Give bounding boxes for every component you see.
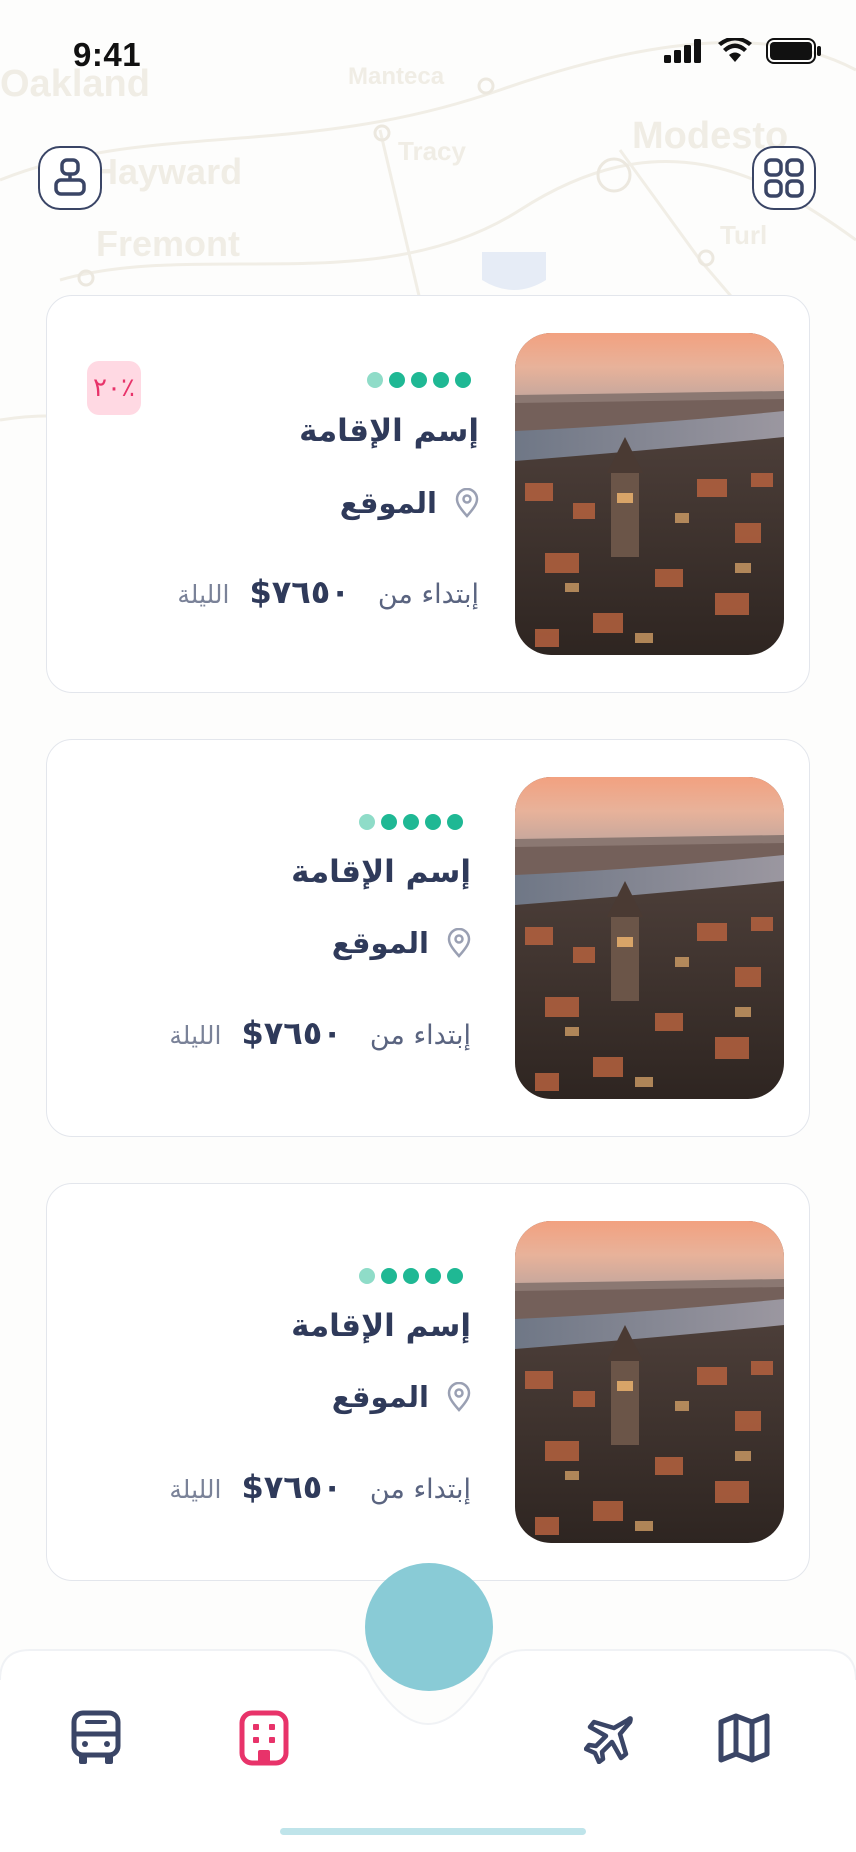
location-pin-icon <box>447 928 471 958</box>
price-row: إبتداء من $٧٦٥٠ الليلة <box>169 1468 471 1506</box>
rating-dot <box>367 372 383 388</box>
rating-dot <box>411 372 427 388</box>
plane-icon <box>584 1716 633 1764</box>
rating-dot <box>359 814 375 830</box>
price-value: $٧٦٥٠ <box>249 573 350 611</box>
price-row: إبتداء من $٧٦٥٠ الليلة <box>177 573 479 611</box>
price-from-label: إبتداء من <box>369 1474 471 1505</box>
hotel-photo <box>515 1221 784 1543</box>
map-label: Fremont <box>96 223 240 264</box>
rating-dot <box>381 814 397 830</box>
hotel-photo <box>515 333 784 655</box>
hotel-name: إسم الإقامة <box>291 854 471 890</box>
price-row: إبتداء من $٧٦٥٠ الليلة <box>169 1014 471 1052</box>
hotel-location: الموقع <box>332 1380 471 1414</box>
nav-item-hotels[interactable] <box>234 1706 294 1770</box>
status-bar: 9:41 <box>0 0 856 110</box>
map-label: Hayward <box>92 151 242 192</box>
hotel-card[interactable]: إسم الإقامة الموقع إبتداء من $٧٦٥٠ الليل… <box>46 1183 810 1581</box>
discount-badge: ٢٠٪ <box>87 361 141 415</box>
rating-dots <box>359 1268 463 1284</box>
location-label: الموقع <box>331 926 429 960</box>
hotel-name: إسم الإقامة <box>291 1308 471 1344</box>
per-night-label: الليلة <box>177 580 230 609</box>
profile-button[interactable] <box>38 146 102 210</box>
grid-icon <box>764 158 804 198</box>
location-pin-icon <box>455 488 479 518</box>
grid-view-button[interactable] <box>752 146 816 210</box>
battery-icon <box>766 38 821 64</box>
rating-dot <box>447 1268 463 1284</box>
price-value: $٧٦٥٠ <box>241 1014 342 1052</box>
map-label: Turl <box>720 220 767 250</box>
per-night-label: الليلة <box>169 1021 222 1050</box>
price-value: $٧٦٥٠ <box>241 1468 342 1506</box>
location-pin-icon <box>447 1382 471 1412</box>
map-icon <box>718 1713 770 1763</box>
rating-dot <box>425 1268 441 1284</box>
hotel-photo <box>515 777 784 1099</box>
rating-dot <box>425 814 441 830</box>
profile-icon <box>54 158 86 196</box>
rating-dot <box>447 814 463 830</box>
status-time: 9:41 <box>73 36 142 73</box>
signal-icon <box>664 39 701 63</box>
location-label: الموقع <box>339 486 437 520</box>
price-from-label: إبتداء من <box>377 579 479 610</box>
nav-item-map[interactable] <box>714 1706 774 1770</box>
rating-dot <box>381 1268 397 1284</box>
hotel-card[interactable]: إسم الإقامة الموقع إبتداء من $٧٦٥٠ الليل… <box>46 739 810 1137</box>
wifi-icon <box>718 38 752 62</box>
home-indicator <box>280 1828 586 1835</box>
map-label: Tracy <box>398 136 466 166</box>
bus-icon <box>71 1710 121 1764</box>
rating-dots <box>367 372 471 388</box>
price-from-label: إبتداء من <box>369 1020 471 1051</box>
rating-dots <box>359 814 463 830</box>
nav-item-flights[interactable] <box>580 1706 640 1770</box>
hotel-icon <box>239 1710 289 1766</box>
center-action-button[interactable] <box>365 1563 493 1691</box>
rating-dot <box>389 372 405 388</box>
rating-dot <box>455 372 471 388</box>
hotel-name: إسم الإقامة <box>299 413 479 449</box>
hotel-location: الموقع <box>332 926 471 960</box>
nav-item-bus[interactable] <box>66 1706 126 1770</box>
rating-dot <box>403 1268 419 1284</box>
rating-dot <box>403 814 419 830</box>
rating-dot <box>359 1268 375 1284</box>
location-label: الموقع <box>331 1380 429 1414</box>
hotel-card[interactable]: إسم الإقامة الموقع إبتداء من $٧٦٥٠ الليل… <box>46 295 810 693</box>
rating-dot <box>433 372 449 388</box>
hotel-location: الموقع <box>340 486 479 520</box>
per-night-label: الليلة <box>169 1475 222 1504</box>
